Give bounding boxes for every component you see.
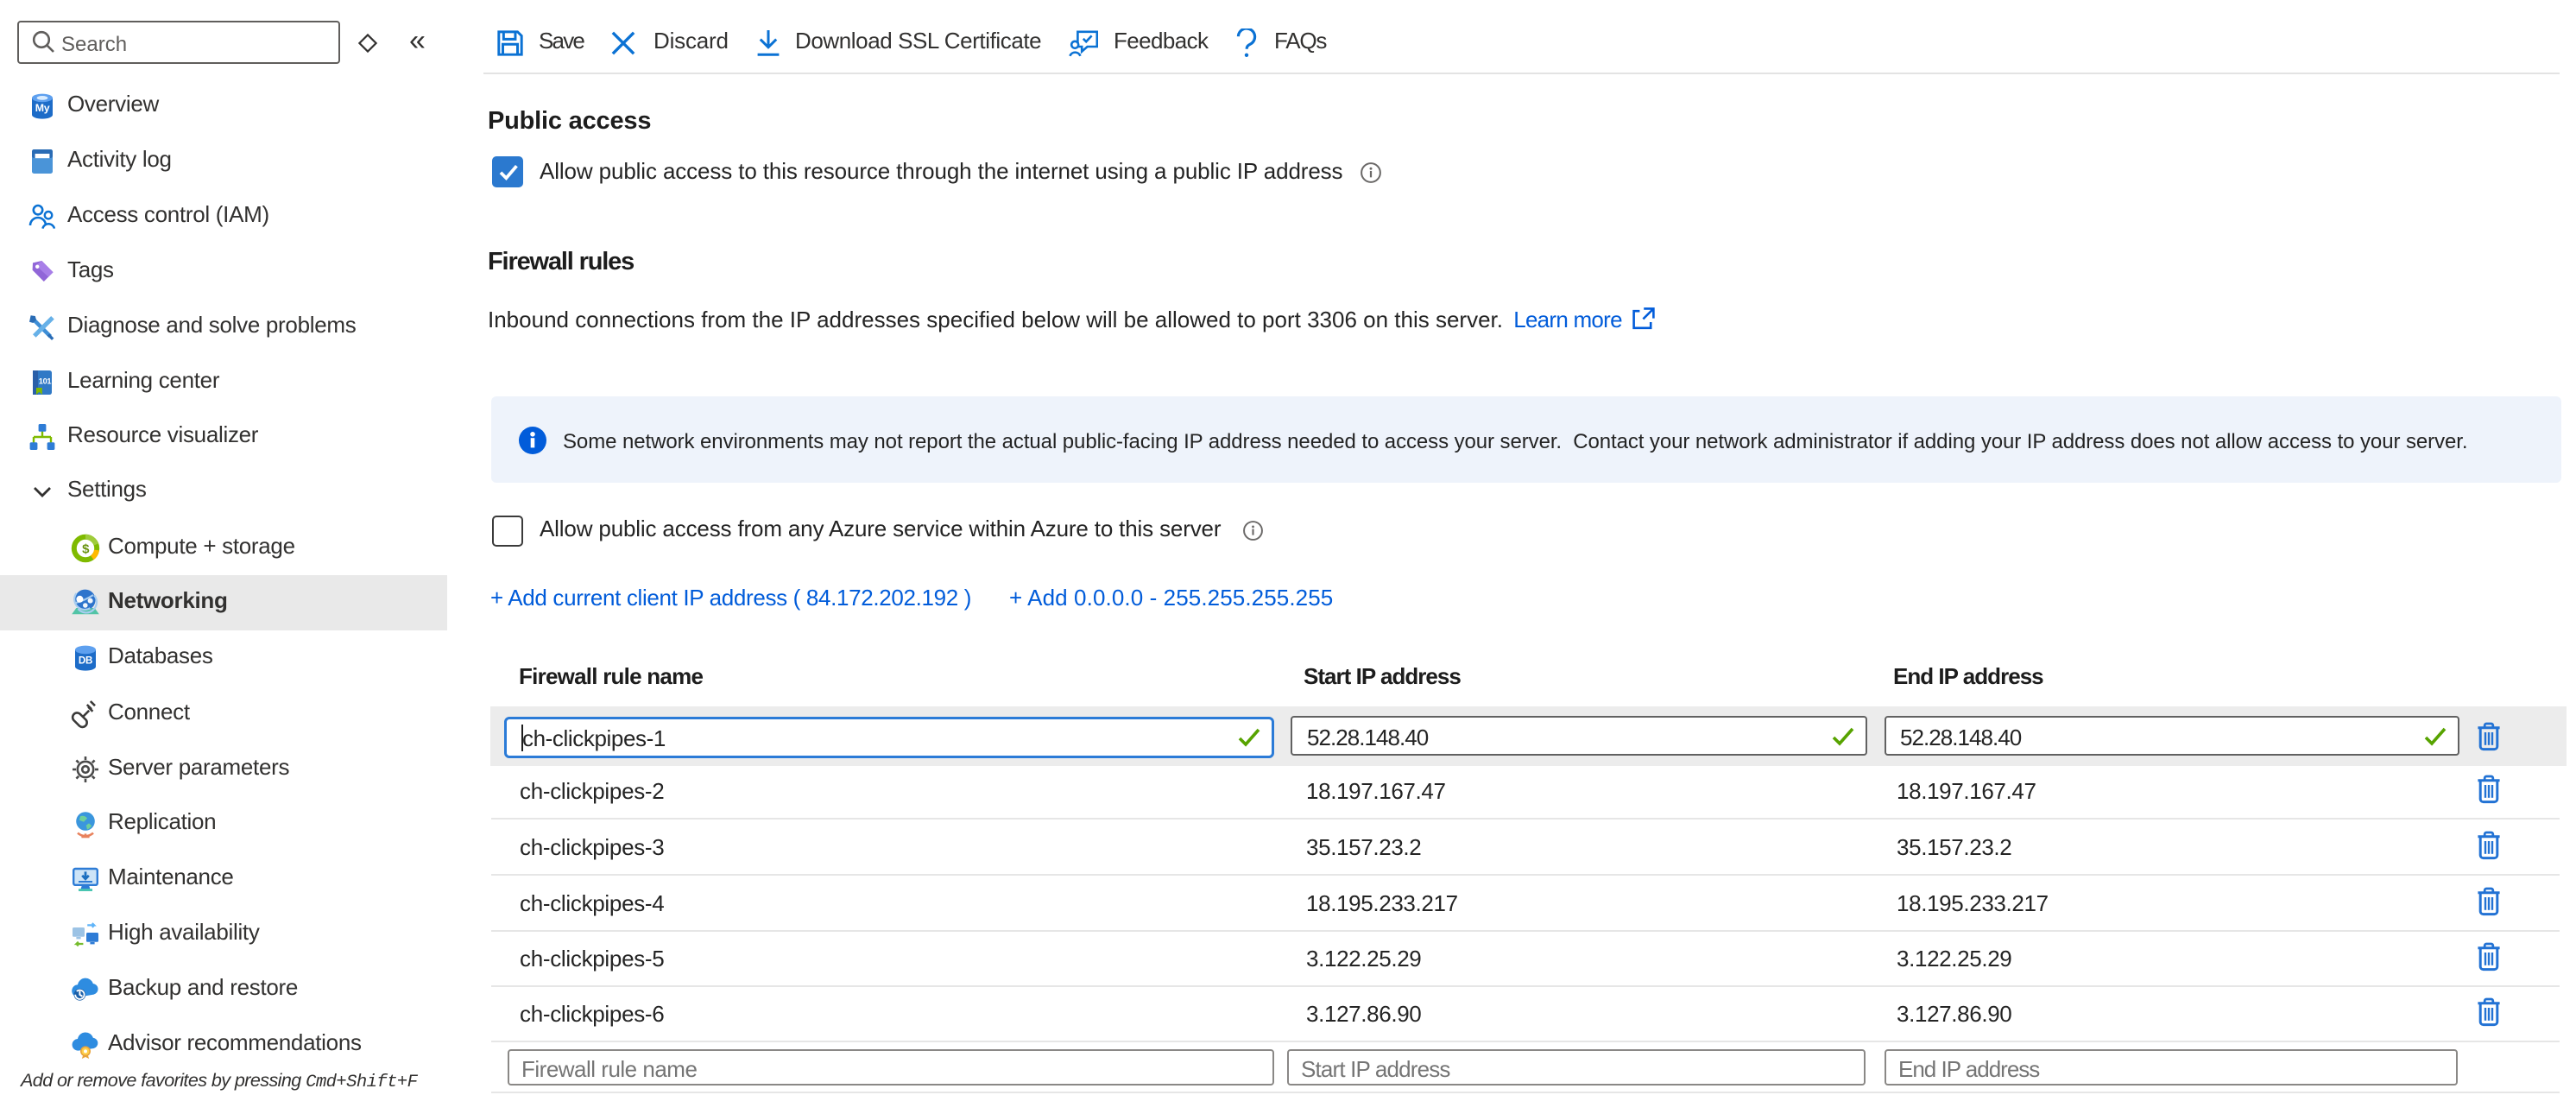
svg-text:$: $ [82,541,90,556]
svg-text:DB: DB [79,655,92,667]
svg-text:101: 101 [39,377,52,386]
svg-text:My: My [35,102,50,114]
